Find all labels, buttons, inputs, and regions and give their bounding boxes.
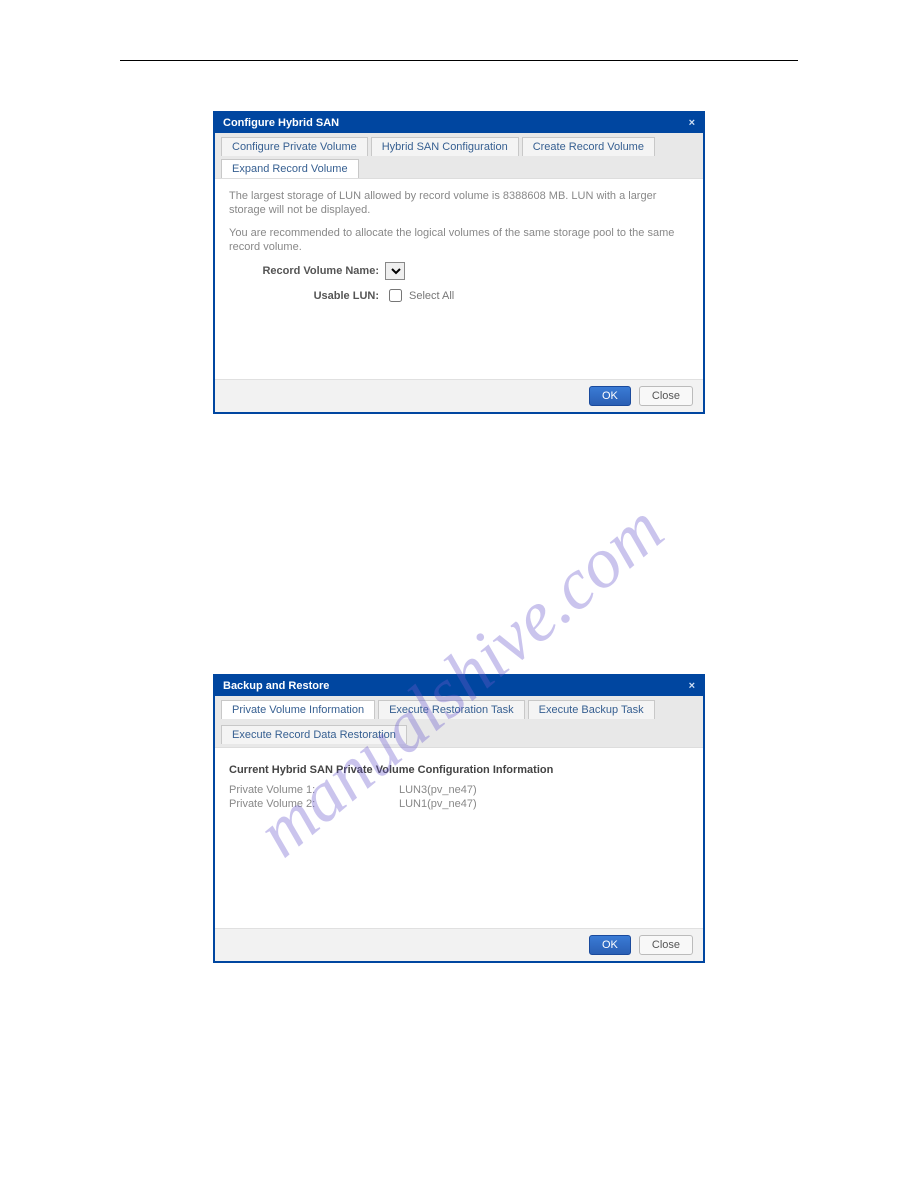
table-row: Private Volume 2: LUN1(pv_ne47) <box>229 798 689 810</box>
close-icon[interactable]: × <box>689 680 695 692</box>
ok-button[interactable]: OK <box>589 386 631 406</box>
record-volume-select[interactable] <box>385 262 405 280</box>
tab-bar: Configure Private Volume Hybrid SAN Conf… <box>215 133 703 179</box>
tab-execute-record-data-restoration[interactable]: Execute Record Data Restoration <box>221 725 407 744</box>
record-volume-label: Record Volume Name: <box>229 265 379 277</box>
backup-restore-dialog: Backup and Restore × Private Volume Info… <box>213 674 705 963</box>
record-volume-row: Record Volume Name: <box>229 262 689 280</box>
select-all-checkbox[interactable] <box>389 289 402 302</box>
dialog-body: Current Hybrid SAN Private Volume Config… <box>215 748 703 928</box>
pv-label: Private Volume 1: <box>229 784 399 796</box>
document-page: Configure Hybrid SAN × Configure Private… <box>120 60 798 963</box>
dialog-title-bar: Configure Hybrid SAN × <box>215 113 703 133</box>
pv-label: Private Volume 2: <box>229 798 399 810</box>
dialog-title-text: Backup and Restore <box>223 680 329 692</box>
tab-execute-backup-task[interactable]: Execute Backup Task <box>528 700 655 719</box>
section-heading: Current Hybrid SAN Private Volume Config… <box>229 764 689 776</box>
info-text-2: You are recommended to allocate the logi… <box>229 226 689 255</box>
info-text-1: The largest storage of LUN allowed by re… <box>229 189 689 218</box>
usable-lun-row: Usable LUN: Select All <box>229 286 689 305</box>
close-button[interactable]: Close <box>639 935 693 955</box>
tab-create-record-volume[interactable]: Create Record Volume <box>522 137 655 156</box>
dialog-title-text: Configure Hybrid SAN <box>223 117 339 129</box>
configure-hybrid-san-dialog: Configure Hybrid SAN × Configure Private… <box>213 111 705 414</box>
dialog-footer: OK Close <box>215 928 703 961</box>
tab-configure-private-volume[interactable]: Configure Private Volume <box>221 137 368 156</box>
close-button[interactable]: Close <box>639 386 693 406</box>
tab-hybrid-san-configuration[interactable]: Hybrid SAN Configuration <box>371 137 519 156</box>
usable-lun-label: Usable LUN: <box>229 290 379 302</box>
dialog-title-bar: Backup and Restore × <box>215 676 703 696</box>
select-all-label: Select All <box>409 290 454 302</box>
tab-execute-restoration-task[interactable]: Execute Restoration Task <box>378 700 525 719</box>
table-row: Private Volume 1: LUN3(pv_ne47) <box>229 784 689 796</box>
close-icon[interactable]: × <box>689 117 695 129</box>
pv-value: LUN1(pv_ne47) <box>399 798 477 810</box>
dialog-body: The largest storage of LUN allowed by re… <box>215 179 703 379</box>
tab-bar: Private Volume Information Execute Resto… <box>215 696 703 748</box>
tab-expand-record-volume[interactable]: Expand Record Volume <box>221 159 359 178</box>
dialog-footer: OK Close <box>215 379 703 412</box>
ok-button[interactable]: OK <box>589 935 631 955</box>
pv-value: LUN3(pv_ne47) <box>399 784 477 796</box>
tab-private-volume-information[interactable]: Private Volume Information <box>221 700 375 719</box>
